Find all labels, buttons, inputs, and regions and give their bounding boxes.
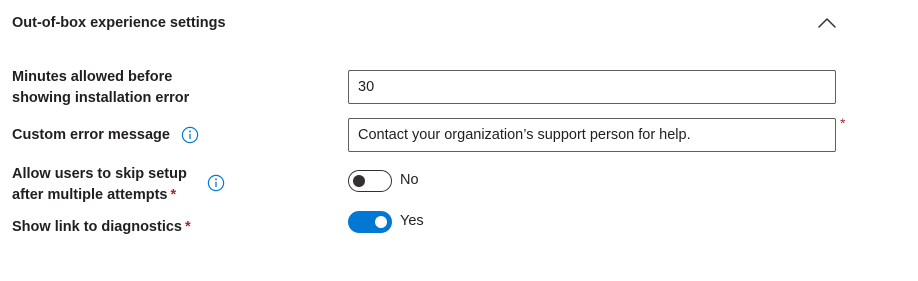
error-message-label: Custom error message	[12, 127, 170, 143]
required-asterisk: *	[185, 219, 191, 235]
skip-setup-state: No	[400, 172, 419, 188]
collapse-button[interactable]	[814, 12, 840, 34]
oobe-settings-panel: Out-of-box experience settings Minutes a…	[0, 0, 918, 281]
diagnostics-state: Yes	[400, 213, 424, 229]
diagnostics-label: Show link to diagnostics *	[12, 217, 191, 238]
minutes-input[interactable]	[348, 70, 836, 104]
skip-setup-label-line2: after multiple attempts	[12, 187, 168, 203]
skip-setup-toggle[interactable]	[348, 170, 392, 192]
skip-setup-label: Allow users to skip setup after multiple…	[12, 164, 187, 206]
toggle-knob	[353, 175, 365, 187]
minutes-label: Minutes allowed before showing installat…	[12, 67, 189, 109]
info-icon[interactable]	[207, 174, 225, 192]
toggle-knob	[375, 216, 387, 228]
info-icon[interactable]	[181, 126, 199, 144]
section-title: Out-of-box experience settings	[12, 15, 226, 31]
diagnostics-toggle[interactable]	[348, 211, 392, 233]
chevron-up-icon	[818, 18, 836, 28]
diagnostics-label-text: Show link to diagnostics	[12, 219, 182, 235]
skip-setup-label-line1: Allow users to skip setup	[12, 166, 187, 182]
required-asterisk: *	[840, 115, 846, 131]
required-asterisk: *	[170, 187, 177, 203]
error-message-input[interactable]	[348, 118, 836, 152]
minutes-label-line2: showing installation error	[12, 90, 190, 106]
minutes-label-line1: Minutes allowed before	[12, 69, 173, 85]
